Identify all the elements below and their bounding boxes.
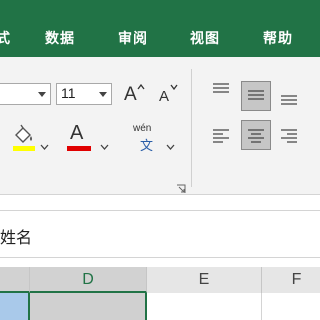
tab-data[interactable]: 数据 [45,28,75,48]
font-color-letter: A [70,122,84,144]
decrease-font-size-button[interactable]: A [159,88,169,105]
fill-color-bar [13,146,35,151]
tab-formulas[interactable]: 式 [0,28,11,48]
paint-bucket-icon [15,124,32,143]
tab-help[interactable]: 帮助 [263,28,293,48]
phonetic-guide-button[interactable]: wén 文 [132,123,160,153]
tab-review[interactable]: 审阅 [118,28,148,48]
font-color-bar [67,146,91,151]
grid-row [0,293,320,320]
selected-cell[interactable] [0,293,30,320]
cell[interactable] [147,293,262,320]
align-middle-button[interactable] [241,81,271,111]
cell[interactable] [262,293,320,320]
font-color-button[interactable]: A [66,122,94,152]
align-right-icon [281,129,297,143]
align-center-icon [248,129,264,143]
column-header-c[interactable] [0,267,30,293]
align-center-button[interactable] [241,120,271,150]
font-dialog-launcher-icon[interactable] [176,179,186,198]
font-size-value: 11 [61,85,76,101]
align-middle-icon [248,90,264,100]
align-right-button[interactable] [276,123,302,149]
align-top-button[interactable] [208,77,234,103]
tab-view[interactable]: 视图 [190,28,220,48]
column-header-row: D E F [0,267,320,294]
caret-up-icon [137,84,145,90]
phonetic-bottom-text: 文 [140,138,154,153]
phonetic-top-text: wén [133,123,152,134]
formula-bar-content: 姓名 [0,228,33,247]
ribbon-menu-bar: 式 数据 审阅 视图 帮助 [0,0,320,57]
font-name-combo[interactable] [0,83,51,105]
increase-font-size-button[interactable]: A [124,84,137,106]
chevron-down-icon[interactable] [166,135,175,154]
align-left-button[interactable] [208,123,234,149]
caret-down-icon [170,84,178,90]
formula-bar[interactable]: 姓名 [0,210,320,258]
fill-color-button[interactable] [10,124,38,152]
column-header-f[interactable]: F [262,267,320,293]
chevron-down-icon[interactable] [40,135,49,154]
column-header-d[interactable]: D [30,267,147,293]
selected-cell[interactable] [30,293,147,320]
chevron-down-icon[interactable] [95,84,111,104]
align-left-icon [213,129,229,143]
chevron-down-icon[interactable] [34,84,50,104]
group-separator [191,69,192,187]
chevron-down-icon[interactable] [100,135,109,154]
align-top-icon [213,83,229,93]
align-bottom-button[interactable] [276,85,302,111]
align-bottom-icon [281,95,297,105]
column-header-e[interactable]: E [147,267,262,293]
ribbon-home: 11 A A A wén 文 [0,57,320,195]
font-size-combo[interactable]: 11 [56,83,112,105]
